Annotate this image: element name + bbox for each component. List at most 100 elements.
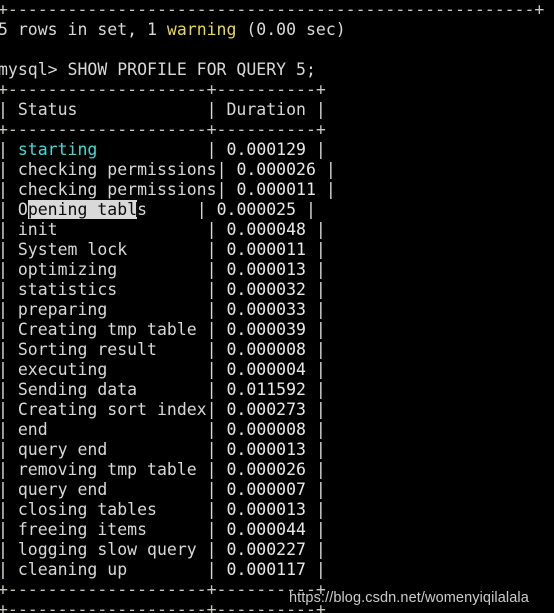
row-column-separator: | [206,440,227,459]
row-column-separator: | [206,140,227,159]
scrollback-top-rule: +---------------------------------------… [0,0,545,19]
row-left-border: | [0,460,8,479]
table-row[interactable]: | logging slow query | 0.000227 | [0,540,554,560]
row-column-separator: | [216,160,237,179]
row-left-border: | [0,440,8,459]
table-row[interactable]: | Creating sort index| 0.000273 | [0,400,554,420]
row-left-border: | [0,140,8,159]
table-row[interactable]: | preparing | 0.000033 | [0,300,554,320]
row-duration: 0.000013 [226,440,306,459]
row-status: System lock [17,240,128,259]
row-status: Creating tmp table [17,320,197,339]
row-duration: 0.000227 [226,540,306,559]
row-right-border: | [305,520,326,539]
command-line[interactable]: mysql> SHOW PROFILE FOR QUERY 5; [0,60,554,80]
row-status: cleaning up [17,560,128,579]
table-row[interactable]: | cleaning up | 0.000117 | [0,560,554,580]
table-row[interactable]: | checking permissions| 0.000011 | [0,180,554,200]
table-row[interactable]: | starting | 0.000129 | [0,140,554,160]
table-row[interactable]: | Creating tmp table | 0.000039 | [0,320,554,340]
row-right-border: | [305,460,326,479]
table-row[interactable]: | Sending data | 0.011592 | [0,380,554,400]
row-column-separator: | [206,320,227,339]
row-right-border: | [306,420,326,439]
row-duration: 0.000013 [226,500,306,519]
row-duration: 0.011592 [226,380,306,399]
row-status: preparing [17,300,108,319]
row-right-border: | [315,160,336,179]
table-row[interactable]: | removing tmp table | 0.000026 | [0,460,554,480]
row-status-padding [197,460,207,479]
row-left-border: | [0,200,8,219]
row-column-separator: | [206,460,227,479]
table-border-header: +--------------------+----------+ [0,120,326,139]
table-row[interactable]: | checking permissions| 0.000026 | [0,160,554,180]
table-row[interactable]: | query end | 0.000007 | [0,480,554,500]
table-row[interactable]: | init | 0.000048 | [0,220,554,240]
table-row[interactable]: | Sorting result | 0.000008 | [0,340,554,360]
table-row[interactable]: | Opening tabls | 0.000025 | [0,200,554,220]
row-left-border: | [0,480,8,499]
row-status: closing tables [17,500,157,519]
row-right-border: | [296,200,316,219]
row-left-border: | [0,560,8,579]
row-left-border: | [0,380,8,399]
table-row[interactable]: | closing tables | 0.000013 | [0,500,554,520]
row-column-separator: | [206,240,227,259]
row-duration: 0.000048 [226,220,306,239]
row-duration: 0.000026 [226,460,306,479]
row-status: removing tmp table [17,460,197,479]
row-status-padding [48,420,207,439]
row-status-padding [197,540,207,559]
row-left-border: | [0,180,8,199]
row-right-border: | [305,320,326,339]
row-column-separator: | [206,420,227,439]
row-column-separator: | [206,500,227,519]
text-selection[interactable]: pening tabl [27,200,138,219]
row-status: query end [17,440,108,459]
row-right-border: | [305,440,326,459]
row-status-padding [117,260,206,279]
row-status: statistics [17,280,118,299]
row-status-padding [107,300,206,319]
row-status-padding [137,380,207,399]
row-status-padding [197,320,207,339]
row-duration: 0.000008 [226,340,306,359]
row-status-padding [107,440,206,459]
row-duration: 0.000032 [226,280,306,299]
row-left-border: | [0,260,8,279]
row-left-border: | [0,240,8,259]
row-right-border: | [305,400,326,419]
row-column-separator: | [206,400,227,419]
table-row[interactable]: | System lock | 0.000011 | [0,240,554,260]
table-row[interactable]: | freeing items | 0.000044 | [0,520,554,540]
row-right-border: | [306,140,326,159]
table-row[interactable]: | end | 0.000008 | [0,420,554,440]
row-status: Sorting result [17,340,157,359]
row-left-border: | [0,540,8,559]
row-duration: 0.000129 [226,140,306,159]
row-column-separator: | [206,560,227,579]
table-row[interactable]: | optimizing | 0.000013 | [0,260,554,280]
row-column-separator: | [206,480,227,499]
row-left-border: | [0,360,8,379]
row-status: checking permissions [17,180,217,199]
row-status-padding [157,500,207,519]
table-header-row: | Status | Duration | [0,100,326,119]
row-right-border: | [306,240,326,259]
row-status: Opening tabls [18,200,147,219]
table-row[interactable]: | statistics | 0.000032 | [0,280,554,300]
command-text: SHOW PROFILE FOR QUERY 5; [67,60,316,79]
row-column-separator: | [206,380,227,399]
table-row[interactable]: | query end | 0.000013 | [0,440,554,460]
row-status-padding [147,520,207,539]
row-status-unselected-head: O [17,200,28,219]
row-column-separator: | [206,340,227,359]
table-border-clipped: +--------------------+----------+ [0,600,326,613]
rows-in-set-suffix: (0.00 sec) [236,20,346,39]
terminal-window[interactable]: +---------------------------------------… [0,0,554,613]
row-duration: 0.000013 [226,260,306,279]
table-row[interactable]: | executing | 0.000004 | [0,360,554,380]
row-duration: 0.000044 [226,520,306,539]
